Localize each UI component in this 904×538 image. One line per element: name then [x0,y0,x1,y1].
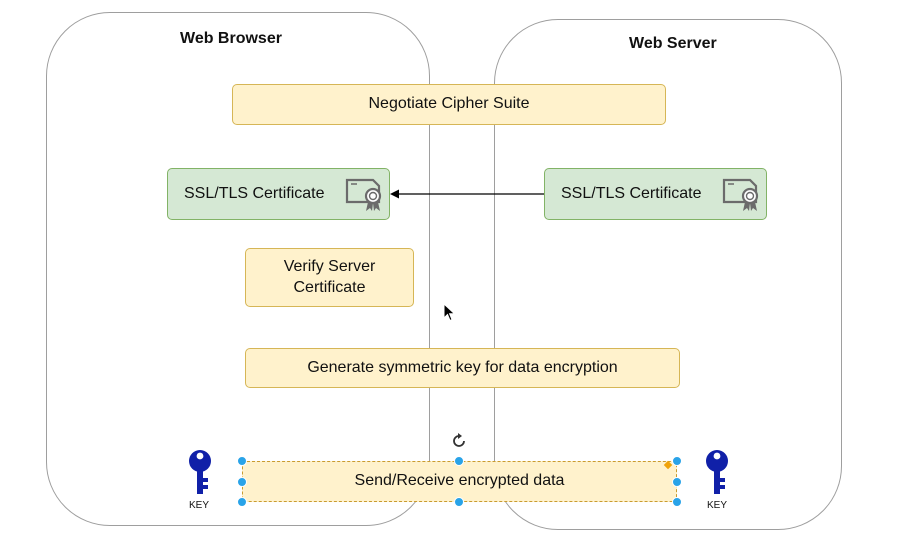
negotiate-cipher-suite-step[interactable]: Negotiate Cipher Suite [232,84,666,125]
key-icon [189,450,211,494]
verify-server-certificate-label: Verify Server Certificate [283,257,376,296]
selection-handle-top[interactable] [454,456,464,466]
cursor-arrow-icon [443,303,456,322]
selection-handle-top-left[interactable] [237,456,247,466]
connector-layer [390,189,545,199]
right-key-label: KEY [706,500,727,511]
certificate-icon [345,178,382,211]
selection-handle-bottom[interactable] [454,497,464,507]
send-receive-encrypted-data-step[interactable]: Send/Receive encrypted data [242,461,677,502]
left-key-label: KEY [188,500,209,511]
negotiate-cipher-suite-label: Negotiate Cipher Suite [368,95,530,113]
send-receive-encrypted-data-label: Send/Receive encrypted data [354,472,565,490]
certificate-icon [722,178,759,211]
verify-server-certificate-step[interactable]: Verify Server Certificate [245,248,414,307]
selection-handle-right[interactable] [672,477,682,487]
generate-symmetric-key-label: Generate symmetric key for data encrypti… [307,358,618,376]
selection-handle-bottom-right[interactable] [672,497,682,507]
rotate-icon[interactable] [450,432,468,450]
generate-symmetric-key-step[interactable]: Generate symmetric key for data encrypti… [245,348,680,388]
selection-handle-top-right[interactable] [672,456,682,466]
selection-handle-left[interactable] [237,477,247,487]
certificate-arrow-head [390,189,399,199]
key-icon [706,450,728,494]
server-certificate-label: SSL/TLS Certificate [561,184,702,202]
selection-handle-bottom-left[interactable] [237,497,247,507]
browser-certificate-label: SSL/TLS Certificate [184,184,325,202]
